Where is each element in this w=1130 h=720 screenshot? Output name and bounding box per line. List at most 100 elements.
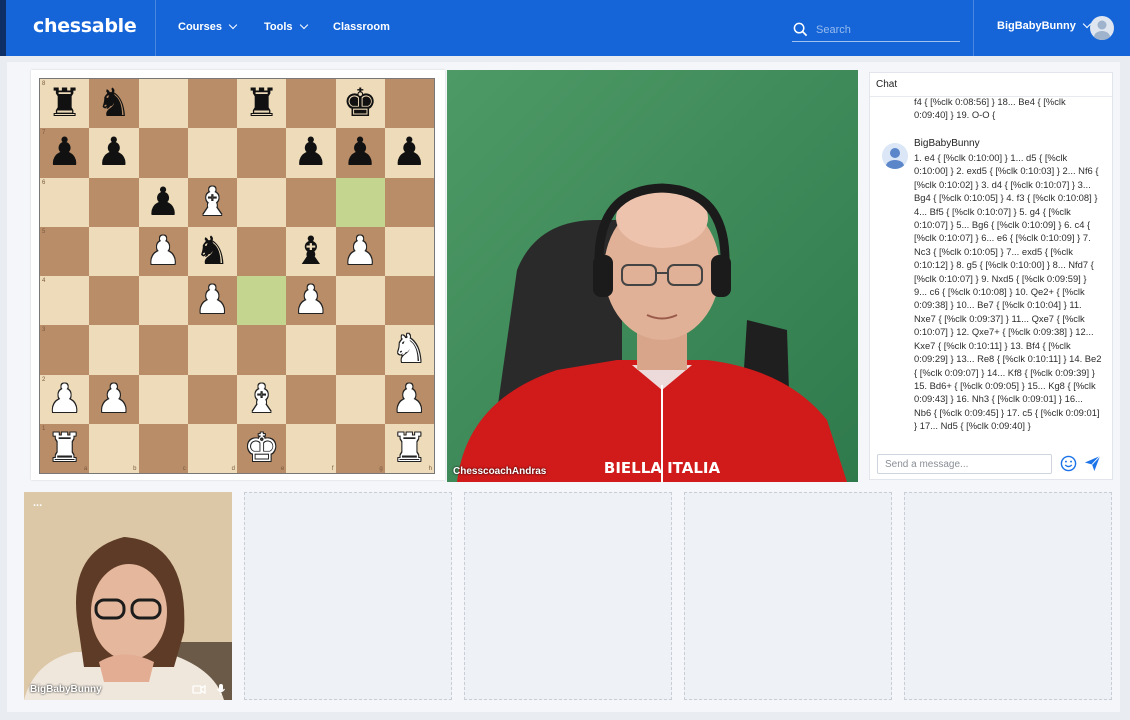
black-pawn-icon[interactable]: ♟ bbox=[343, 133, 378, 172]
square-a2[interactable]: 2 ♟ bbox=[40, 374, 90, 424]
square-h3[interactable]: ♞ bbox=[384, 325, 434, 375]
white-king-icon[interactable]: ♚ bbox=[244, 429, 279, 468]
square-b3[interactable] bbox=[89, 325, 139, 375]
square-h2[interactable]: ♟ bbox=[384, 374, 434, 424]
black-king-icon[interactable]: ♚ bbox=[343, 84, 378, 123]
square-h7[interactable]: ♟ bbox=[384, 128, 434, 178]
search-box[interactable] bbox=[792, 18, 960, 42]
nav-classroom-link[interactable]: Classroom bbox=[333, 21, 390, 33]
nav-courses-menu[interactable]: Courses bbox=[178, 20, 238, 33]
black-pawn-icon[interactable]: ♟ bbox=[146, 183, 181, 222]
white-pawn-icon[interactable]: ♟ bbox=[343, 232, 378, 271]
square-f4[interactable]: ♟ bbox=[286, 276, 336, 326]
square-e2[interactable]: ♝ bbox=[237, 374, 287, 424]
white-pawn-icon[interactable]: ♟ bbox=[146, 232, 181, 271]
black-pawn-icon[interactable]: ♟ bbox=[96, 133, 131, 172]
camera-off-icon[interactable] bbox=[192, 683, 206, 695]
chessable-logo[interactable]: chessable bbox=[33, 15, 137, 37]
square-e1[interactable]: e ♚ bbox=[237, 423, 287, 473]
square-d5[interactable]: ♞ bbox=[187, 226, 237, 276]
black-knight-icon[interactable]: ♞ bbox=[195, 232, 230, 271]
square-h8[interactable] bbox=[384, 79, 434, 129]
square-b2[interactable]: ♟ bbox=[89, 374, 139, 424]
square-a3[interactable]: 3 bbox=[40, 325, 90, 375]
coach-video[interactable]: BIELLA ITALIA ChesscoachAndras bbox=[447, 70, 858, 482]
user-menu[interactable]: BigBabyBunny bbox=[997, 19, 1092, 32]
square-f1[interactable]: f bbox=[286, 423, 336, 473]
square-h6[interactable] bbox=[384, 177, 434, 227]
white-pawn-icon[interactable]: ♟ bbox=[96, 380, 131, 419]
white-bishop-icon[interactable]: ♝ bbox=[244, 380, 279, 419]
search-input[interactable] bbox=[816, 23, 946, 36]
square-b7[interactable]: ♟ bbox=[89, 128, 139, 178]
black-pawn-icon[interactable]: ♟ bbox=[293, 133, 328, 172]
black-bishop-icon[interactable]: ♝ bbox=[293, 232, 328, 271]
square-c2[interactable] bbox=[138, 374, 188, 424]
square-d8[interactable] bbox=[187, 79, 237, 129]
black-knight-icon[interactable]: ♞ bbox=[96, 84, 131, 123]
black-rook-icon[interactable]: ♜ bbox=[47, 84, 82, 123]
square-e8[interactable]: ♜ bbox=[237, 79, 287, 129]
white-rook-icon[interactable]: ♜ bbox=[47, 429, 82, 468]
square-c8[interactable] bbox=[138, 79, 188, 129]
square-f7[interactable]: ♟ bbox=[286, 128, 336, 178]
square-c7[interactable] bbox=[138, 128, 188, 178]
square-c6[interactable]: ♟ bbox=[138, 177, 188, 227]
square-h4[interactable] bbox=[384, 276, 434, 326]
square-d2[interactable] bbox=[187, 374, 237, 424]
white-knight-icon[interactable]: ♞ bbox=[392, 330, 427, 369]
square-g8[interactable]: ♚ bbox=[335, 79, 385, 129]
search-icon[interactable] bbox=[793, 22, 808, 37]
white-pawn-icon[interactable]: ♟ bbox=[195, 281, 230, 320]
square-f8[interactable] bbox=[286, 79, 336, 129]
square-f6[interactable] bbox=[286, 177, 336, 227]
square-d1[interactable]: d bbox=[187, 423, 237, 473]
user-avatar[interactable] bbox=[1090, 16, 1114, 40]
chat-messages[interactable]: f4 { [%clk 0:08:56] } 18... Be4 { [%clk … bbox=[870, 98, 1112, 443]
square-e4[interactable] bbox=[237, 276, 287, 326]
nav-tools-menu[interactable]: Tools bbox=[264, 20, 308, 33]
chat-message-input[interactable] bbox=[877, 454, 1052, 474]
square-g1[interactable]: g bbox=[335, 423, 385, 473]
square-d6[interactable]: ♝ bbox=[187, 177, 237, 227]
self-video-tile[interactable]: ... BigBabyBunny bbox=[24, 492, 232, 700]
square-a4[interactable]: 4 bbox=[40, 276, 90, 326]
white-rook-icon[interactable]: ♜ bbox=[392, 429, 427, 468]
square-c3[interactable] bbox=[138, 325, 188, 375]
square-e6[interactable] bbox=[237, 177, 287, 227]
square-e7[interactable] bbox=[237, 128, 287, 178]
white-pawn-icon[interactable]: ♟ bbox=[47, 380, 82, 419]
white-bishop-icon[interactable]: ♝ bbox=[195, 183, 230, 222]
tile-menu-button[interactable]: ... bbox=[33, 497, 42, 509]
emoji-icon[interactable] bbox=[1060, 455, 1077, 472]
square-f3[interactable] bbox=[286, 325, 336, 375]
square-b6[interactable] bbox=[89, 177, 139, 227]
square-h1[interactable]: h ♜ bbox=[384, 423, 434, 473]
square-a6[interactable]: 6 bbox=[40, 177, 90, 227]
square-c4[interactable] bbox=[138, 276, 188, 326]
send-icon[interactable] bbox=[1084, 455, 1101, 472]
black-rook-icon[interactable]: ♜ bbox=[244, 84, 279, 123]
square-b1[interactable]: b bbox=[89, 423, 139, 473]
chessboard[interactable]: 8 ♜ ♞ ♜ ♚ 7 ♟ ♟ ♟ ♟ ♟ 6 ♟ ♝ 5 ♟ ♞ ♝ ♟ 4 ♟ ♟ 3 ♞ 2 ♟ ♟ ♝ ♟ 1 a ♜ b c d e ♚ f g h… bbox=[39, 78, 435, 474]
white-pawn-icon[interactable]: ♟ bbox=[392, 380, 427, 419]
mic-icon[interactable] bbox=[216, 683, 226, 696]
square-g7[interactable]: ♟ bbox=[335, 128, 385, 178]
square-d7[interactable] bbox=[187, 128, 237, 178]
black-pawn-icon[interactable]: ♟ bbox=[392, 133, 427, 172]
square-g3[interactable] bbox=[335, 325, 385, 375]
square-c1[interactable]: c bbox=[138, 423, 188, 473]
square-g4[interactable] bbox=[335, 276, 385, 326]
square-b4[interactable] bbox=[89, 276, 139, 326]
square-a8[interactable]: 8 ♜ bbox=[40, 79, 90, 129]
black-pawn-icon[interactable]: ♟ bbox=[47, 133, 82, 172]
square-a1[interactable]: 1 a ♜ bbox=[40, 423, 90, 473]
square-g5[interactable]: ♟ bbox=[335, 226, 385, 276]
square-f2[interactable] bbox=[286, 374, 336, 424]
square-g2[interactable] bbox=[335, 374, 385, 424]
square-d3[interactable] bbox=[187, 325, 237, 375]
square-c5[interactable]: ♟ bbox=[138, 226, 188, 276]
square-g6[interactable] bbox=[335, 177, 385, 227]
white-pawn-icon[interactable]: ♟ bbox=[293, 281, 328, 320]
square-a7[interactable]: 7 ♟ bbox=[40, 128, 90, 178]
